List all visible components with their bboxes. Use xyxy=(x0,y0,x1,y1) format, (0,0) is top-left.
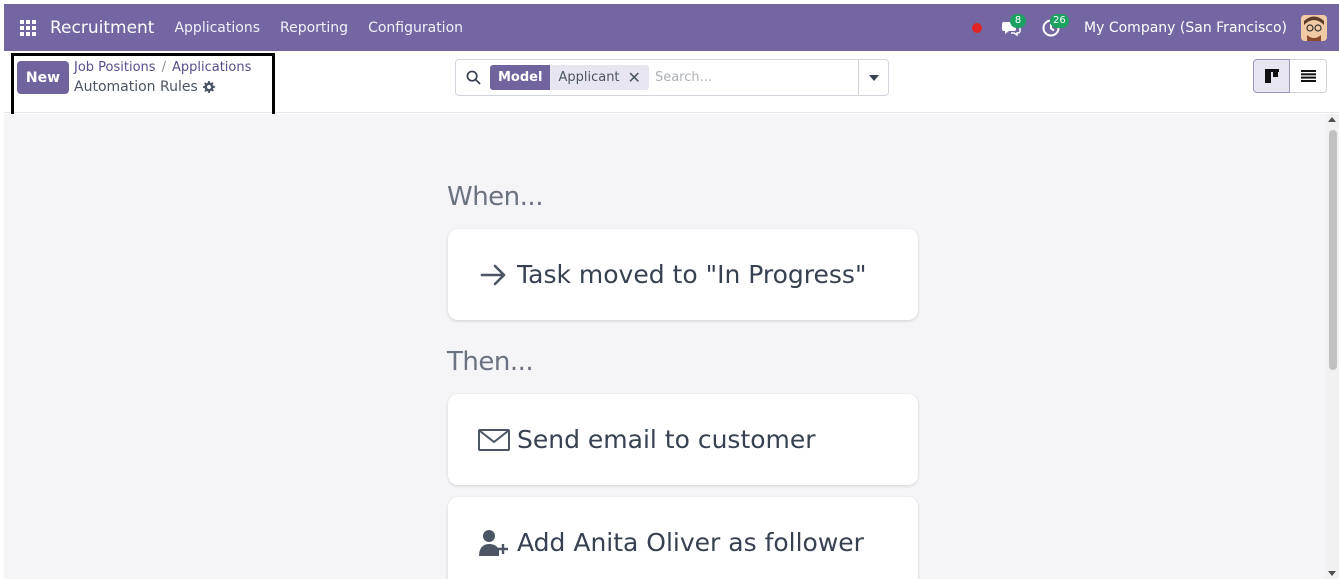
list-icon xyxy=(1300,70,1316,82)
envelope-icon xyxy=(476,422,512,458)
kanban-view-button[interactable] xyxy=(1253,59,1290,93)
trigger-text: Task moved to "In Progress" xyxy=(517,260,867,289)
menu-configuration[interactable]: Configuration xyxy=(368,20,463,36)
search-bar: Model Applicant ✕ xyxy=(455,59,889,96)
view-switcher xyxy=(1253,59,1327,93)
scroll-down-arrow[interactable] xyxy=(1328,571,1336,576)
apps-menu-button[interactable] xyxy=(10,4,46,51)
list-view-button[interactable] xyxy=(1290,59,1327,93)
company-switcher[interactable]: My Company (San Francisco) xyxy=(1084,20,1287,36)
facet-remove-icon[interactable]: ✕ xyxy=(628,68,641,87)
action-card-email[interactable]: Send email to customer xyxy=(448,394,918,485)
vertical-scrollbar[interactable] xyxy=(1326,114,1339,579)
breadcrumb-current: Automation Rules xyxy=(74,79,215,95)
user-avatar[interactable] xyxy=(1301,14,1327,41)
action-follower-text: Add Anita Oliver as follower xyxy=(517,528,864,557)
breadcrumb: Job Positions / Applications xyxy=(74,60,251,75)
menu-reporting[interactable]: Reporting xyxy=(280,20,348,36)
menu-applications[interactable]: Applications xyxy=(174,20,260,36)
app-brand[interactable]: Recruitment xyxy=(50,18,154,38)
search-icon[interactable] xyxy=(456,60,490,95)
search-facet: Model Applicant ✕ xyxy=(490,65,649,90)
facet-value: Applicant ✕ xyxy=(550,65,649,90)
new-button[interactable]: New xyxy=(17,61,69,94)
search-options-toggle[interactable] xyxy=(858,60,888,95)
breadcrumb-separator: / xyxy=(161,60,166,75)
gear-icon[interactable] xyxy=(202,81,215,93)
trigger-card[interactable]: Task moved to "In Progress" xyxy=(448,229,918,320)
messages-badge: 8 xyxy=(1010,13,1027,28)
recording-indicator[interactable] xyxy=(972,22,983,33)
scroll-up-arrow[interactable] xyxy=(1328,117,1336,122)
user-plus-icon xyxy=(476,525,512,561)
activities-button[interactable]: 26 xyxy=(1036,13,1069,43)
page-title: Automation Rules xyxy=(74,79,198,95)
breadcrumb-applications[interactable]: Applications xyxy=(172,60,251,75)
breadcrumb-job-positions[interactable]: Job Positions xyxy=(74,60,156,75)
scroll-thumb[interactable] xyxy=(1329,130,1337,370)
facet-value-text: Applicant xyxy=(558,70,620,85)
search-input[interactable] xyxy=(654,70,855,85)
avatar-image xyxy=(1301,14,1327,41)
kanban-icon xyxy=(1264,69,1279,83)
activities-badge: 26 xyxy=(1050,13,1069,28)
then-heading: Then... xyxy=(447,347,534,377)
action-email-text: Send email to customer xyxy=(517,425,816,454)
main-navbar: Recruitment Applications Reporting Confi… xyxy=(4,4,1339,51)
caret-down-icon xyxy=(868,74,879,81)
action-card-follower[interactable]: Add Anita Oliver as follower xyxy=(448,497,918,579)
facet-label: Model xyxy=(490,65,551,90)
when-heading: When... xyxy=(447,182,543,212)
arrow-right-icon xyxy=(476,257,512,293)
control-panel: New Job Positions / Applications Automatio… xyxy=(4,51,1339,117)
messages-button[interactable]: 8 xyxy=(996,13,1027,43)
apps-grid-icon xyxy=(20,19,36,36)
